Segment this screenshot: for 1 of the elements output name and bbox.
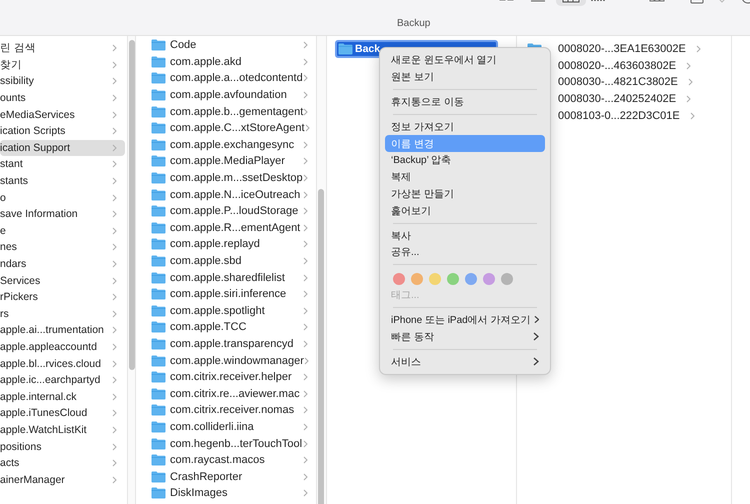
window-title: Backup [397, 18, 430, 29]
